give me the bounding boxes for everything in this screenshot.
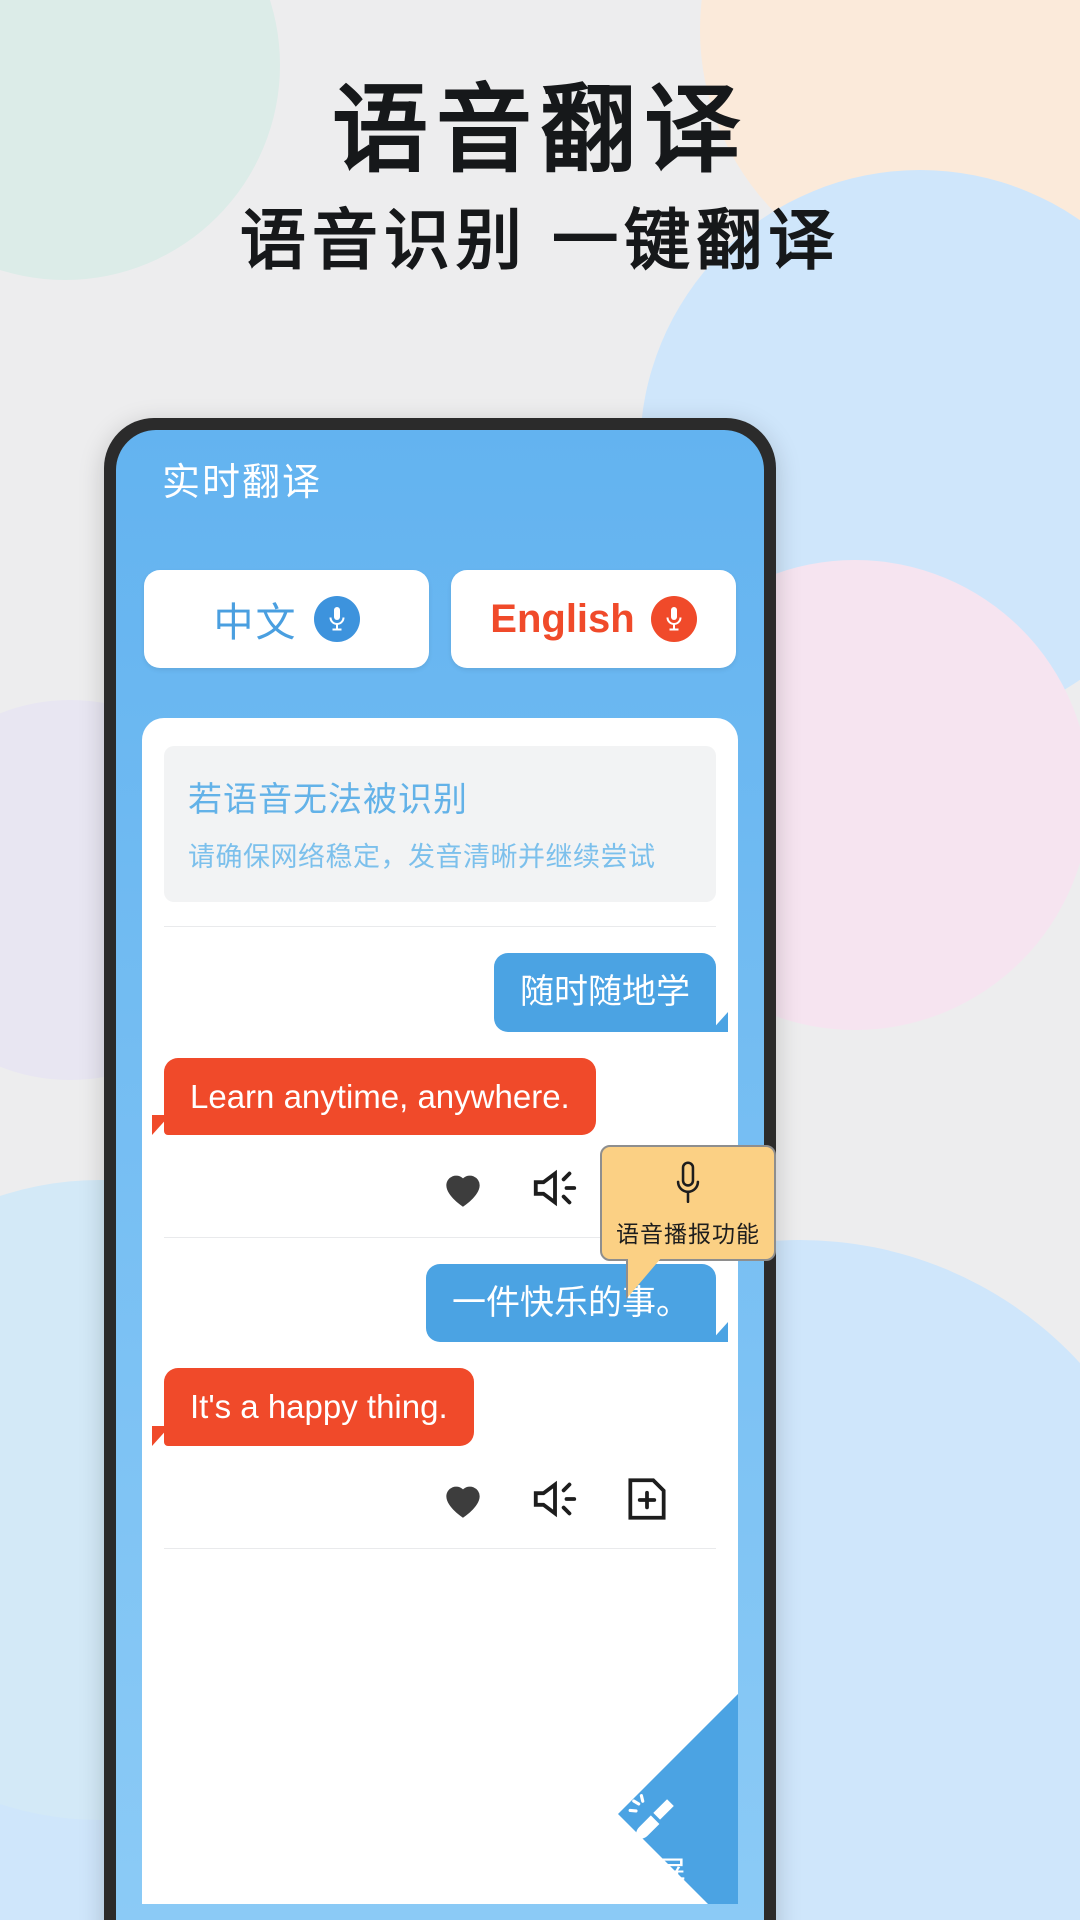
message-actions: [164, 1474, 716, 1524]
speaker-icon[interactable]: [530, 1163, 580, 1213]
translation-bubble[interactable]: Learn anytime, anywhere.: [152, 1057, 596, 1136]
voice-broadcast-tooltip: 语音播报功能: [600, 1145, 776, 1297]
microphone-icon[interactable]: [650, 596, 697, 642]
app-bar: 实时翻译: [116, 430, 764, 526]
language-button-english[interactable]: English: [451, 570, 736, 668]
conversation-card: 若语音无法被识别 请确保网络稳定，发音清晰并继续尝试 随时随地学 Learn a…: [142, 718, 738, 1904]
divider: [164, 926, 716, 927]
clear-screen-label: 清屏: [619, 1855, 688, 1891]
language-button-chinese-label: 中文: [213, 601, 298, 645]
microphone-icon: [610, 1159, 766, 1209]
clear-screen-content: 清屏: [584, 1792, 724, 1894]
divider: [164, 1547, 716, 1549]
language-button-chinese[interactable]: 中文: [144, 570, 429, 668]
broom-icon: [584, 1792, 724, 1846]
source-bubble[interactable]: 随时随地学: [494, 953, 728, 1032]
speaker-icon[interactable]: [530, 1474, 580, 1524]
app-bar-title: 实时翻译: [162, 461, 323, 504]
message-row-translation: It's a happy thing.: [152, 1368, 716, 1446]
add-note-icon[interactable]: [622, 1474, 672, 1524]
language-selector-row: 中文 English: [116, 570, 764, 668]
heart-icon[interactable]: [438, 1163, 488, 1213]
page-title: 语音翻译: [332, 77, 748, 184]
source-bubble[interactable]: 一件快乐的事。: [426, 1263, 728, 1343]
tooltip-tail: [628, 1257, 662, 1297]
translation-bubble[interactable]: It's a happy thing.: [152, 1368, 474, 1446]
promo-heading-group: 语音翻译 语音识别 一键翻译: [0, 0, 1080, 276]
recognition-hint-subtitle: 请确保网络稳定，发音清晰并继续尝试: [188, 842, 656, 872]
message-row-translation: Learn anytime, anywhere.: [152, 1057, 716, 1136]
language-button-english-label: English: [490, 596, 635, 641]
heart-icon[interactable]: [438, 1474, 488, 1524]
message-row-source: 随时随地学: [164, 953, 728, 1032]
microphone-icon[interactable]: [313, 596, 360, 642]
recognition-hint-box: 若语音无法被识别 请确保网络稳定，发音清晰并继续尝试: [164, 746, 716, 902]
clear-screen-button[interactable]: 清屏: [528, 1694, 738, 1904]
conversation-item: 一件快乐的事。 It's a happy thing.: [142, 1263, 738, 1524]
page-subtitle: 语音识别 一键翻译: [239, 202, 841, 277]
recognition-hint-title: 若语音无法被识别: [188, 781, 468, 819]
voice-broadcast-tooltip-label: 语音播报功能: [616, 1221, 760, 1247]
